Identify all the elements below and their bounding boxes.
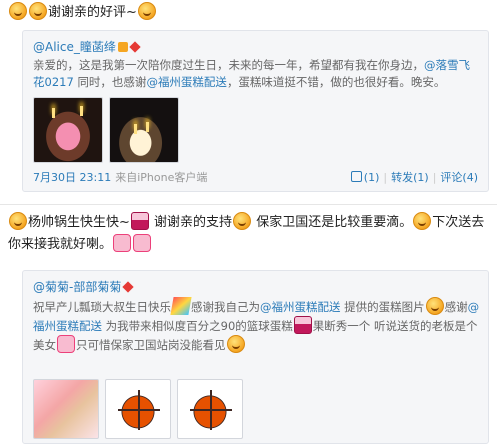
post-2-text: 杨帅锅生快生快~ 谢谢亲的支持 保家卫国还是比较重要滴。 下次送去你来接我就好喇。: [8, 212, 490, 256]
blush-emoji-icon: [425, 297, 444, 315]
party-popper-emoji-icon: [170, 297, 192, 315]
quote-2-text: 祝早产儿瓢琐大叔生日快乐 感谢我自己为@福州蛋糕配送 提供的蛋糕图片 感谢@福州蛋糕…: [33, 297, 481, 354]
timestamp-link[interactable]: 7月30日 23:11: [33, 171, 111, 184]
grin-emoji-icon: [9, 212, 27, 230]
surprised-emoji-icon: [137, 2, 156, 20]
source-label: 来自iPhone客户端: [115, 171, 208, 184]
smile-emoji-icon: [226, 335, 245, 353]
post-1-text: 谢谢亲的好评~: [8, 2, 157, 24]
like-button[interactable]: (1): [350, 171, 379, 184]
quote-2-author[interactable]: @菊菊-部部菊菊: [33, 278, 135, 295]
author-link[interactable]: @Alice_瞳菡绛: [33, 40, 116, 54]
candle-icon: [80, 106, 83, 116]
smile-emoji-icon: [9, 2, 27, 20]
candle-icon: [134, 124, 137, 134]
vip-badge-icon: [117, 42, 128, 52]
quote-1-author[interactable]: @Alice_瞳菡绛: [33, 38, 141, 55]
candle-icon: [52, 108, 55, 118]
weibo-post-2: 杨帅锅生快生快~ 谢谢亲的支持 保家卫国还是比较重要滴。 下次送去你来接我就好喇。…: [0, 210, 497, 444]
cake-photo-thumbnail[interactable]: [109, 97, 179, 163]
post-divider: [0, 204, 497, 205]
pig-emoji-icon: [113, 234, 132, 252]
selfie-photo-thumbnail[interactable]: [33, 379, 99, 439]
repost-button[interactable]: 转发(1): [391, 171, 429, 184]
mention-link[interactable]: @福州蛋糕配送: [146, 75, 227, 89]
quoted-post-1: @Alice_瞳菡绛 亲爱的，这是我第一次陪你度过生日，未来的每一年，希望都有我…: [22, 30, 489, 192]
post-1-body: 谢谢亲的好评~: [48, 5, 137, 20]
cake-emoji-icon: [130, 212, 149, 230]
cake-photo-thumbnail[interactable]: [33, 97, 103, 163]
basketball-cake-photo-thumbnail[interactable]: [105, 379, 171, 439]
smile-emoji-icon: [29, 2, 47, 20]
quote-1-actions: (1) | 转发(1) | 评论(4): [350, 169, 478, 185]
cake-emoji-icon: [293, 316, 312, 334]
candle-icon: [146, 122, 149, 132]
weibo-post-1: 谢谢亲的好评~ @Alice_瞳菡绛 亲爱的，这是我第一次陪你度过生日，未来的每…: [0, 0, 497, 200]
basketball-cake-photo-thumbnail[interactable]: [177, 379, 243, 439]
laugh-emoji-icon: [413, 212, 432, 230]
heart-eyes-emoji-icon: [57, 335, 75, 353]
quote-1-meta: 7月30日 23:11 来自iPhone客户端: [33, 169, 207, 185]
thumbs-up-icon: [350, 171, 362, 182]
mention-link[interactable]: @福州蛋糕配送: [260, 300, 341, 314]
heart-badge-icon: [129, 41, 141, 53]
badge-icon: [122, 281, 135, 293]
quote-1-text: 亲爱的，这是我第一次陪你度过生日，未来的每一年，希望都有我在你身边，@落雪飞花0…: [33, 58, 470, 89]
comment-button[interactable]: 评论(4): [440, 171, 478, 184]
author-link[interactable]: @菊菊-部部菊菊: [33, 280, 121, 294]
quoted-post-2: @菊菊-部部菊菊 祝早产儿瓢琐大叔生日快乐 感谢我自己为@福州蛋糕配送 提供的蛋糕…: [22, 270, 489, 444]
pig-emoji-icon: [133, 234, 152, 252]
surprised-emoji-icon: [233, 212, 252, 230]
